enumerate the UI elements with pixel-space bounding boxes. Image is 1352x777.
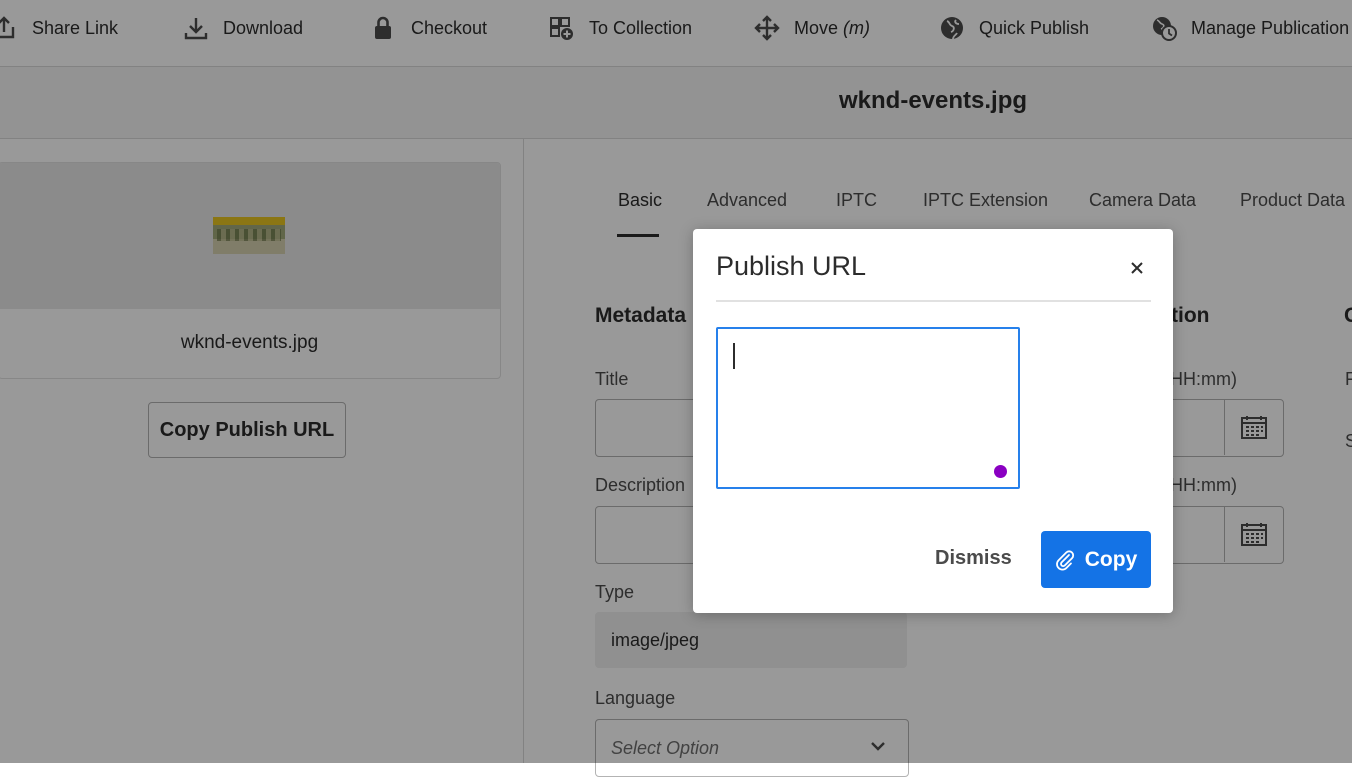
close-button[interactable]: [1125, 256, 1149, 280]
copy-button[interactable]: Copy: [1041, 531, 1151, 588]
text-caret: [733, 343, 735, 369]
dismiss-button[interactable]: Dismiss: [929, 543, 1018, 574]
close-icon: [1131, 262, 1143, 274]
publish-url-textarea[interactable]: [716, 327, 1020, 489]
dialog-title: Publish URL: [716, 251, 867, 281]
attach-icon: [1055, 549, 1074, 570]
publish-url-dialog: Publish URL Dismiss Copy: [693, 229, 1173, 613]
resize-handle-dot[interactable]: [994, 465, 1007, 478]
copy-button-label: Copy: [1084, 547, 1138, 571]
dialog-divider: [716, 300, 1151, 302]
